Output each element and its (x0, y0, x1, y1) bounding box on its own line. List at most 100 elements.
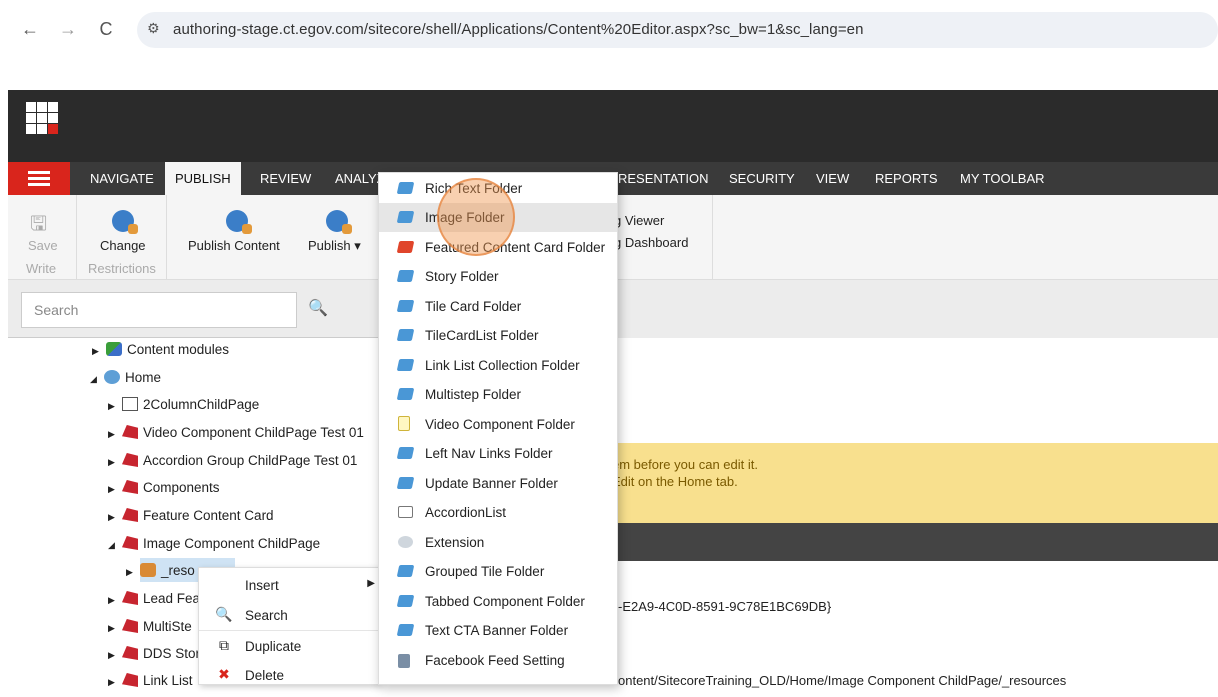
tree-item-link-list[interactable]: ▶ Link List (108, 673, 193, 697)
publish-dropdown-button[interactable]: Publish ▾ (308, 238, 361, 254)
insert-link-list-collection-folder[interactable]: Link List Collection Folder (379, 351, 617, 380)
tree-item-resources[interactable]: ▶ _reso (126, 563, 195, 587)
sitecore-logo-icon[interactable] (26, 102, 58, 134)
insert-multistep-folder[interactable]: Multistep Folder (379, 380, 617, 409)
viewer-button[interactable]: g Viewer (614, 213, 664, 228)
page-red-icon (122, 425, 138, 439)
address-bar[interactable]: ⚙ authoring-stage.ct.egov.com/sitecore/s… (137, 12, 1218, 48)
tree-item-label: Video Component ChildPage Test 01 (143, 425, 364, 440)
tab-view[interactable]: VIEW (806, 162, 859, 195)
tab-security[interactable]: SECURITY (719, 162, 805, 195)
folder-icon (396, 329, 415, 341)
tab-presentation[interactable]: RESENTATION (608, 162, 719, 195)
insert-tilecardlist-folder[interactable]: TileCardList Folder (379, 321, 617, 350)
dashboard-button[interactable]: g Dashboard (614, 235, 688, 250)
tree-item-dds-story[interactable]: ▶ DDS Stor (108, 646, 200, 670)
tree-item-lead-feature[interactable]: ▶ Lead Fea (108, 591, 200, 615)
change-restrictions-icon (112, 210, 138, 234)
insert-update-banner-folder[interactable]: Update Banner Folder (379, 469, 617, 498)
menu-icon[interactable] (8, 162, 70, 195)
back-icon[interactable]: ← (18, 17, 42, 41)
save-button[interactable]: Save (28, 238, 58, 253)
folder-icon (396, 359, 415, 371)
insert-left-nav-links-folder[interactable]: Left Nav Links Folder (379, 439, 617, 468)
context-search[interactable]: 🔍 Search (199, 600, 379, 630)
tree-item-2columnchildpage[interactable]: ▶ 2ColumnChildPage (108, 397, 259, 421)
menu-item-label: Tile Card Folder (425, 299, 522, 314)
tree-item-accordion-group[interactable]: ▶ Accordion Group ChildPage Test 01 (108, 453, 357, 477)
tree-item-label: DDS Stor (143, 646, 201, 661)
insert-tile-card-folder[interactable]: Tile Card Folder (379, 292, 617, 321)
folder-red-icon (396, 241, 415, 253)
warning-banner: em before you can edit it. Edit on the H… (600, 443, 1218, 523)
context-delete[interactable]: ✖ Delete (199, 660, 379, 690)
tree-item-multistep[interactable]: ▶ MultiSte (108, 619, 192, 643)
menu-item-label: Tabbed Component Folder (425, 594, 585, 609)
tab-reports[interactable]: REPORTS (865, 162, 948, 195)
tab-publish[interactable]: PUBLISH (165, 162, 241, 195)
tree-item-label: Feature Content Card (143, 508, 274, 523)
page-red-icon (122, 508, 138, 522)
context-duplicate[interactable]: ⧉ Duplicate (199, 630, 379, 660)
tree-item-video-component[interactable]: ▶ Video Component ChildPage Test 01 (108, 425, 364, 449)
menu-item-label: Multistep Folder (425, 387, 522, 402)
item-id: -E2A9-4C0D-8591-9C78E1BC69DB} (618, 599, 832, 614)
restrictions-group-label: Restrictions (88, 261, 156, 276)
insert-grouped-tile-folder[interactable]: Grouped Tile Folder (379, 557, 617, 586)
tree-item-home[interactable]: ◢ Home (90, 370, 161, 394)
context-menu: Insert ▶ 🔍 Search ⧉ Duplicate ✖ Delete (198, 567, 380, 685)
folder-icon (396, 624, 415, 636)
context-item-label: Delete (245, 668, 285, 683)
menu-item-label: Facebook Feed Setting (425, 653, 565, 668)
insert-facebook-feed-setting[interactable]: Facebook Feed Setting (379, 646, 617, 675)
forward-icon[interactable]: → (56, 17, 80, 41)
change-button[interactable]: Change (100, 238, 146, 253)
context-item-label: Insert (245, 578, 279, 593)
tree-item-components[interactable]: ▶ Components (108, 480, 220, 504)
context-item-label: Duplicate (245, 639, 302, 654)
publish-content-button[interactable]: Publish Content (188, 238, 280, 253)
tree-item-image-component[interactable]: ◢ Image Component ChildPage (108, 536, 320, 560)
site-settings-icon[interactable]: ⚙ (147, 20, 160, 37)
document-icon (398, 416, 410, 431)
section-header[interactable] (600, 523, 1218, 561)
insert-extension[interactable]: Extension (379, 528, 617, 557)
tree-item-feature-content-card[interactable]: ▶ Feature Content Card (108, 508, 274, 532)
folder-icon (396, 388, 415, 400)
context-insert[interactable]: Insert ▶ (199, 570, 379, 600)
extension-icon (398, 536, 413, 548)
insert-featured-content-card-folder[interactable]: Featured Content Card Folder (379, 233, 617, 262)
warning-line-2: Edit on the Home tab. (612, 474, 738, 489)
tree-item-label: Link List (143, 673, 193, 688)
url-text: authoring-stage.ct.egov.com/sitecore/she… (173, 21, 864, 38)
tab-my-toolbar[interactable]: MY TOOLBAR (950, 162, 1055, 195)
insert-video-component-folder[interactable]: Video Component Folder (379, 410, 617, 439)
menu-item-label: Update Banner Folder (425, 476, 558, 491)
insert-rich-text-folder[interactable]: Rich Text Folder (379, 174, 617, 203)
insert-story-folder[interactable]: Story Folder (379, 262, 617, 291)
item-path: ontent/SitecoreTraining_OLD/Home/Image C… (618, 673, 1067, 688)
browser-toolbar: ← → C ⚙ authoring-stage.ct.egov.com/site… (0, 0, 1218, 58)
insert-accordionlist[interactable]: AccordionList (379, 498, 617, 527)
insert-tabbed-component-folder[interactable]: Tabbed Component Folder (379, 587, 617, 616)
reload-icon[interactable]: C (94, 17, 118, 41)
menu-item-label: Left Nav Links Folder (425, 446, 553, 461)
search-icon[interactable]: 🔍 (308, 298, 328, 318)
search-input[interactable]: Search (21, 292, 297, 328)
insert-text-cta-banner-folder[interactable]: Text CTA Banner Folder (379, 616, 617, 645)
tab-review[interactable]: REVIEW (250, 162, 321, 195)
context-item-label: Search (245, 608, 288, 623)
list-icon (398, 506, 413, 518)
insert-image-folder[interactable]: Image Folder (379, 203, 617, 232)
tree-item-content-modules[interactable]: ▶ Content modules (92, 342, 229, 366)
tree-item-label: Image Component ChildPage (143, 536, 321, 551)
menu-item-label: Featured Content Card Folder (425, 240, 606, 255)
menu-item-label: Extension (425, 535, 485, 550)
menu-item-label: Video Component Folder (425, 417, 575, 432)
menu-item-label: TileCardList Folder (425, 328, 539, 343)
publish-content-icon (226, 210, 252, 234)
publish-icon (326, 210, 352, 234)
tree-item-label: Components (143, 480, 220, 495)
menu-item-label: AccordionList (425, 505, 507, 520)
tab-navigate[interactable]: NAVIGATE (80, 162, 164, 195)
